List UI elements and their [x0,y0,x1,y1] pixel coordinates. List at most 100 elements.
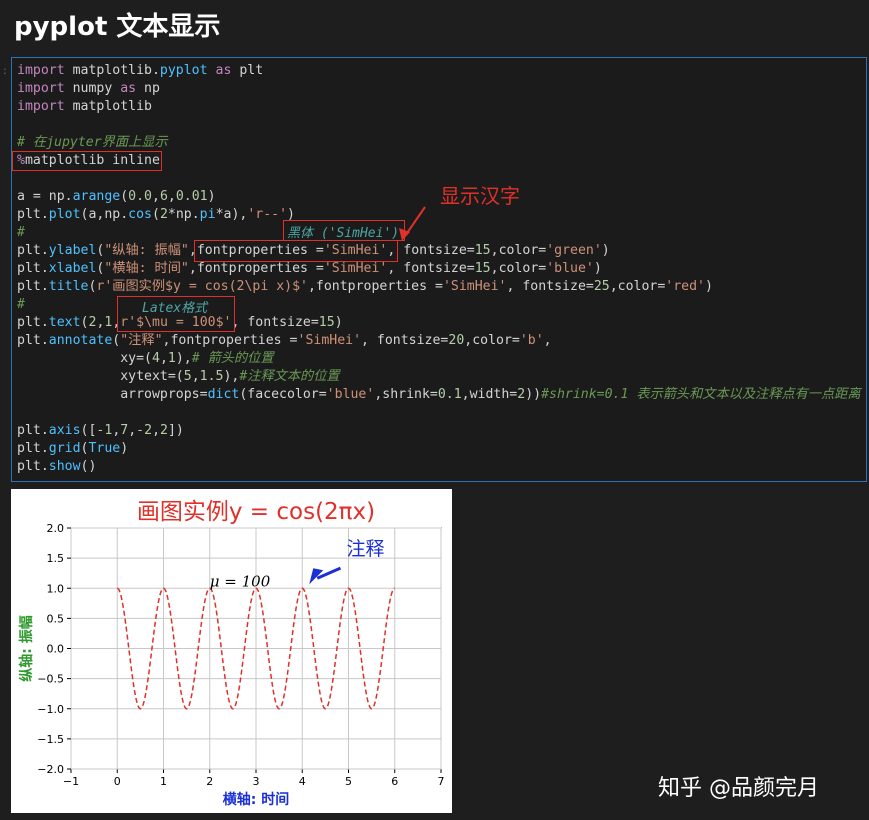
code-line[interactable]: import numpy as np [17,80,861,98]
code-line[interactable]: plt.xlabel("横轴: 时间",fontproperties ='Sim… [17,260,861,278]
code-token: arrowprops= [17,387,208,402]
code-line[interactable]: xy=(4,1),# 箭头的位置 [17,350,861,368]
code-token: r'画图实例$y = cos(2\pi x)$' [96,279,308,294]
code-token: "纵轴: 振幅" [104,243,189,258]
code-token: xlabel [48,261,97,276]
highlight-magic-inline [12,151,162,171]
code-editor[interactable]: import matplotlib.pyplot as plt import nu… [17,62,861,476]
code-token: *np. [167,207,200,222]
code-cell[interactable]: import matplotlib.pyplot as plt import nu… [11,57,867,482]
code-token: 20 [448,333,465,348]
code-line[interactable]: plt.plot(a,np.cos(2*np.pi*a),'r--') [17,206,861,224]
code-token: plt. [17,441,49,456]
code-token: plt [231,63,264,78]
code-token: ,fontproperties = [307,279,443,294]
code-token: ) [334,315,343,330]
x-tick-label: 5 [345,775,352,788]
code-line[interactable]: plt.annotate("注释",fontproperties ='SimHe… [17,332,861,350]
code-token: 'red' [665,279,705,294]
code-token: #shrink=0.1 表示箭头和文本以及注释点有一点距离 [541,387,861,402]
code-token: title [48,279,89,294]
code-token: ), [223,369,240,384]
code-token: (facecolor= [239,387,327,402]
annotation-text: 注释 [347,538,385,560]
simhei-note: 黑体 ('SimHei') [287,226,400,241]
code-token: ylabel [48,243,97,258]
code-token: 'blue' [326,387,375,402]
code-token: ,fontproperties = [188,261,324,276]
code-token: True [88,441,121,456]
y-tick-label: 0.5 [47,612,65,625]
code-token: matplotlib [64,99,152,114]
code-token: cos [128,207,152,222]
code-token: 'SimHei' [323,261,388,276]
code-token: , [167,189,176,204]
code-token: 0.1 [437,387,462,402]
code-token: as [207,63,232,78]
code-token: # [17,225,25,240]
code-token: pyplot [159,63,208,78]
code-line[interactable]: import matplotlib.pyplot as plt [17,62,861,80]
code-token: import [17,63,65,78]
code-line[interactable]: plt.show() [17,458,861,476]
code-token: "横轴: 时间" [104,261,189,276]
code-token: 2 [160,423,168,438]
x-tick-label: 6 [391,775,398,788]
code-token: # 箭头的位置 [191,351,274,366]
code-line[interactable]: xytext=(5,1.5),#注释文本的位置 [17,368,861,386]
y-axis-label: 纵轴: 振幅 [18,615,35,681]
code-token: 'b' [519,333,544,348]
code-line[interactable]: plt.grid(True) [17,440,861,458]
code-line[interactable]: # [17,224,861,242]
code-token: , [152,423,161,438]
code-token: ,width= [461,387,518,402]
code-line[interactable]: a = np.arange(0.0,6,0.01) [17,188,861,206]
watermark: 知乎 @品颜完月 [658,776,819,801]
code-token: ), [175,351,192,366]
code-line[interactable] [17,116,861,134]
code-line[interactable] [17,404,861,422]
code-token: ) [593,261,602,276]
code-token: ]) [167,423,184,438]
code-token: 15 [474,261,491,276]
code-line[interactable] [17,170,861,188]
code-token: 5 [183,369,192,384]
code-line[interactable]: plt.axis([-1,7,-2,2]) [17,422,861,440]
code-line[interactable]: arrowprops=dict(facecolor='blue',shrink=… [17,386,861,404]
code-token: , fontsize= [231,315,319,330]
code-token: ,color= [609,279,666,294]
code-token: 15 [318,315,335,330]
latex-note: Latex格式 [142,301,208,316]
code-line[interactable]: import matplotlib [17,98,861,116]
code-token: () [80,459,97,474]
code-line[interactable]: # 在jupyter界面上显示 [17,134,861,152]
code-token: ) [207,189,216,204]
code-token: matplotlib. [64,63,160,78]
code-token: as [120,81,137,96]
code-token: ,fontproperties = [162,333,298,348]
x-tick-label: 0 [114,775,121,788]
y-tick-label: 2.0 [47,522,65,535]
code-token: ,shrink= [374,387,438,402]
show-chinese-note: 显示汉字 [440,184,520,208]
code-token: import [17,81,65,96]
code-token: , [159,351,168,366]
code-token: ,color= [464,333,520,348]
code-token: plt. [17,459,49,474]
code-token: ) [120,441,129,456]
y-tick-label: 1.5 [47,552,65,565]
code-line[interactable]: plt.ylabel("纵轴: 振幅",fontproperties ='Sim… [17,242,861,260]
code-token: a = np. [17,189,73,204]
code-token: -2 [136,423,153,438]
code-token: #注释文本的位置 [239,369,340,384]
code-token: , fontsize= [387,261,475,276]
code-token: , fontsize= [506,279,594,294]
y-tick-label: −2.0 [37,763,64,776]
code-token: text [48,315,81,330]
code-line[interactable]: plt.title(r'画图实例$y = cos(2\pi x)$',fontp… [17,278,861,296]
code-token: 15 [474,243,491,258]
code-token: , fontsize= [361,333,449,348]
x-tick-label: 7 [438,775,445,788]
code-token: (a,np. [80,207,129,222]
code-token: *a), [215,207,248,222]
